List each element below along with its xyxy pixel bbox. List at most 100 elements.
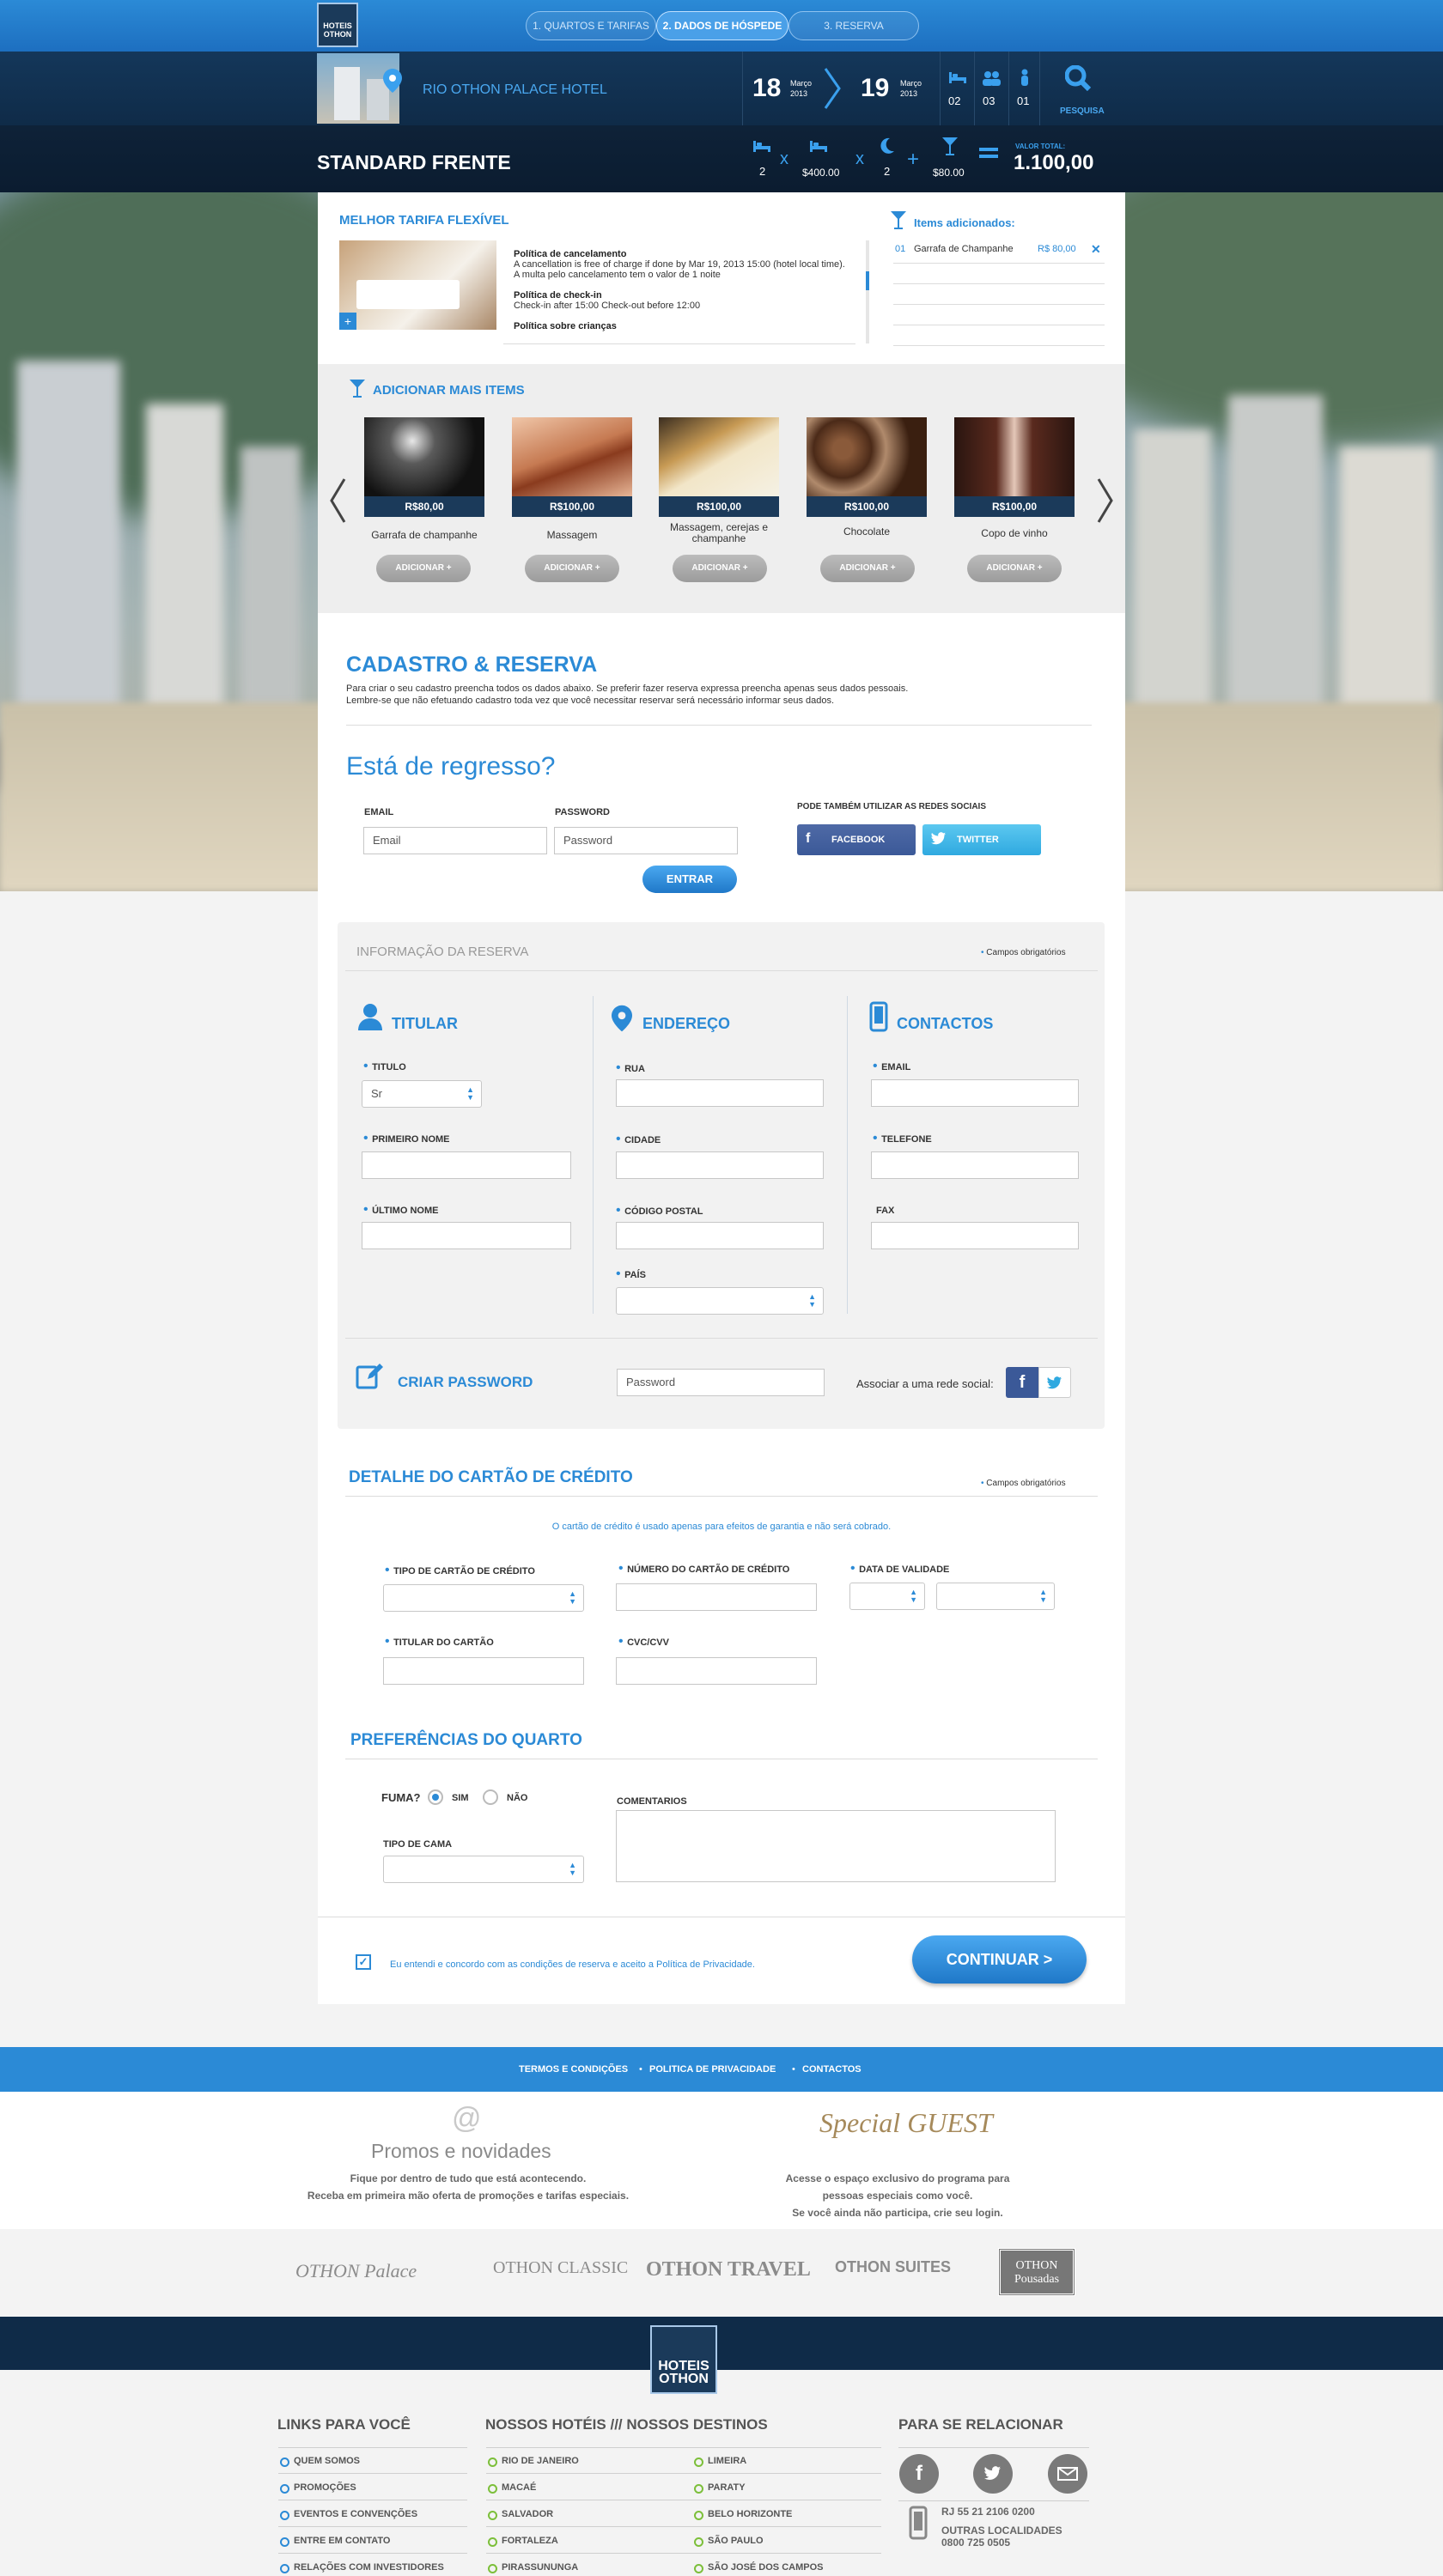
bed-type-select[interactable]: ▲ ▼ bbox=[383, 1856, 584, 1883]
contacts-link[interactable]: CONTACTOS bbox=[802, 2064, 862, 2075]
relate-title: PARA SE RELACIONAR bbox=[898, 2416, 1063, 2433]
footer-destination-link[interactable]: SALVADOR bbox=[487, 2509, 553, 2520]
item-card[interactable]: R$100,00 bbox=[954, 417, 1075, 517]
select-arrow-icon: ▲ ▼ bbox=[1039, 1588, 1047, 1604]
add-item-button[interactable]: ADICIONAR + bbox=[967, 555, 1062, 582]
add-item-button[interactable]: ADICIONAR + bbox=[525, 555, 619, 582]
footer-link-investors[interactable]: RELAÇÕES COM INVESTIDORES bbox=[280, 2562, 444, 2573]
carousel-next-icon[interactable] bbox=[1096, 477, 1115, 528]
twitter-login-button[interactable]: TWITTER bbox=[922, 824, 1041, 855]
total-label: VALOR TOTAL: bbox=[1015, 143, 1066, 150]
terms-link[interactable]: TERMOS E CONDIÇÕES bbox=[519, 2064, 628, 2075]
item-price: R$100,00 bbox=[954, 496, 1075, 517]
nights-count: 2 bbox=[884, 165, 891, 178]
add-item-button[interactable]: ADICIONAR + bbox=[376, 555, 471, 582]
facebook-icon[interactable]: f bbox=[1006, 1367, 1038, 1398]
comments-textarea[interactable] bbox=[616, 1810, 1056, 1882]
card-holder-input[interactable] bbox=[383, 1657, 584, 1685]
card-number-input[interactable] bbox=[616, 1583, 817, 1611]
footer-destination-link[interactable]: FORTALEZA bbox=[488, 2536, 558, 2547]
twitter-icon[interactable] bbox=[1038, 1367, 1071, 1398]
item-card[interactable]: R$100,00 bbox=[807, 417, 927, 517]
footer-destination-link[interactable]: BELO HORIZONTE bbox=[693, 2509, 792, 2520]
terms-text[interactable]: Eu entendi e concordo com as condições d… bbox=[390, 1959, 755, 1970]
twitter-icon[interactable] bbox=[973, 2454, 1013, 2494]
search-button[interactable]: PESQUISA bbox=[1055, 57, 1106, 120]
register-title: CADASTRO & RESERVA bbox=[346, 653, 598, 677]
item-card[interactable]: R$80,00 bbox=[364, 417, 484, 517]
city-input[interactable] bbox=[616, 1151, 824, 1179]
email-icon[interactable] bbox=[1048, 2454, 1087, 2494]
add-item-button[interactable]: ADICIONAR + bbox=[820, 555, 915, 582]
expiry-year-select[interactable]: ▲ ▼ bbox=[936, 1583, 1055, 1610]
continue-button[interactable]: CONTINUAR > bbox=[912, 1935, 1087, 1984]
email-input[interactable] bbox=[871, 1079, 1079, 1107]
postal-code-input[interactable] bbox=[616, 1222, 824, 1249]
item-card[interactable]: R$100,00 bbox=[512, 417, 632, 517]
item-name: Massagem, cerejas e champanhe bbox=[669, 521, 769, 544]
chevron-right-icon bbox=[823, 67, 842, 114]
footer-destination-link[interactable]: PARATY bbox=[694, 2482, 746, 2494]
brand-palace-logo[interactable]: OTHON Palace bbox=[295, 2260, 417, 2282]
smoke-no-radio[interactable] bbox=[483, 1789, 498, 1805]
last-name-input[interactable] bbox=[362, 1222, 571, 1249]
facebook-login-button[interactable]: f FACEBOOK bbox=[797, 824, 916, 855]
footer-link-promotions[interactable]: PROMOÇÕES bbox=[280, 2482, 356, 2494]
returning-title: Está de regresso? bbox=[346, 752, 556, 781]
first-name-input[interactable] bbox=[362, 1151, 571, 1179]
expiry-month-select[interactable]: ▲ ▼ bbox=[849, 1583, 925, 1610]
footer-destination-link[interactable]: SÃO PAULO bbox=[694, 2536, 764, 2547]
add-item-button[interactable]: ADICIONAR + bbox=[673, 555, 767, 582]
titulo-select[interactable]: Sr ▲ ▼ bbox=[362, 1080, 482, 1108]
policy-scrollbar[interactable] bbox=[866, 240, 869, 343]
street-input[interactable] bbox=[616, 1079, 824, 1107]
login-email-input[interactable]: Email bbox=[363, 827, 547, 854]
footer-destination-link[interactable]: SÃO JOSÉ DOS CAMPOS bbox=[693, 2562, 823, 2573]
room-photo[interactable]: + bbox=[339, 240, 496, 330]
hotel-logo[interactable]: HOTEIS OTHON bbox=[317, 3, 358, 47]
login-password-label: PASSWORD bbox=[555, 807, 610, 817]
footer-destination-link[interactable]: PIRASSUNUNGA bbox=[487, 2562, 578, 2573]
reservation-info-title: INFORMAÇÃO DA RESERVA bbox=[356, 945, 529, 959]
step-reservation[interactable]: 3. RESERVA bbox=[788, 11, 919, 40]
brand-pousadas-logo[interactable]: OTHON Pousadas bbox=[998, 2248, 1075, 2296]
privacy-link[interactable]: POLITICA DE PRIVACIDADE bbox=[649, 2064, 776, 2075]
facebook-icon[interactable]: f bbox=[899, 2454, 939, 2494]
step-rooms[interactable]: 1. QUARTOS E TARIFAS bbox=[526, 11, 656, 40]
cvc-input[interactable] bbox=[616, 1657, 817, 1685]
search-label: PESQUISA bbox=[1060, 106, 1105, 116]
add-items-title: ADICIONAR MAIS ITEMS bbox=[373, 383, 525, 398]
create-password-title: CRIAR PASSWORD bbox=[398, 1374, 533, 1390]
footer-destination-link[interactable]: LIMEIRA bbox=[693, 2456, 746, 2467]
comments-label: COMENTARIOS bbox=[617, 1796, 687, 1807]
remove-item-icon[interactable]: ✕ bbox=[1091, 242, 1101, 257]
carousel-prev-icon[interactable] bbox=[328, 477, 347, 528]
phone-input[interactable] bbox=[871, 1151, 1079, 1179]
special-guest-logo[interactable]: Special GUEST bbox=[819, 2107, 993, 2139]
footer-link-events[interactable]: EVENTOS E CONVENÇÕES bbox=[279, 2509, 417, 2520]
login-submit-button[interactable]: ENTRAR bbox=[642, 866, 737, 893]
footer-destination-link[interactable]: MACAÉ bbox=[487, 2482, 536, 2494]
country-select[interactable]: ▲ ▼ bbox=[616, 1287, 824, 1315]
brand-travel-logo[interactable]: OTHON TRAVEL bbox=[646, 2258, 811, 2281]
phone-rj: RJ 55 21 2106 0200 bbox=[941, 2506, 1035, 2518]
item-card[interactable]: R$100,00 bbox=[659, 417, 779, 517]
promos-text-2: Receba em primeira mão oferta de promoçõ… bbox=[307, 2190, 630, 2202]
footer-destination-link[interactable]: RIO DE JANEIRO bbox=[488, 2456, 579, 2467]
smoke-yes-radio[interactable] bbox=[428, 1789, 443, 1805]
terms-checkbox[interactable]: ✓ bbox=[356, 1954, 371, 1970]
login-email-label: EMAIL bbox=[364, 807, 394, 817]
step-guest-data[interactable]: 2. DADOS DE HÓSPEDE bbox=[656, 11, 788, 40]
item-price: R$100,00 bbox=[807, 496, 927, 517]
footer-link-about[interactable]: QUEM SOMOS bbox=[279, 2456, 360, 2467]
card-type-select[interactable]: ▲ ▼ bbox=[383, 1584, 584, 1612]
titulo-label: • TITULO bbox=[363, 1059, 406, 1073]
brand-classic-logo[interactable]: OTHON CLASSIC bbox=[493, 2258, 628, 2278]
footer-logo[interactable]: HOTEIS OTHON bbox=[650, 2325, 717, 2394]
first-name-label: • PRIMEIRO NOME bbox=[363, 1131, 450, 1145]
create-password-input[interactable]: Password bbox=[617, 1369, 825, 1396]
fax-input[interactable] bbox=[871, 1222, 1079, 1249]
brand-suites-logo[interactable]: OTHON SUITES bbox=[835, 2258, 951, 2276]
footer-link-contact[interactable]: ENTRE EM CONTATO bbox=[279, 2536, 390, 2547]
login-password-input[interactable]: Password bbox=[554, 827, 738, 854]
